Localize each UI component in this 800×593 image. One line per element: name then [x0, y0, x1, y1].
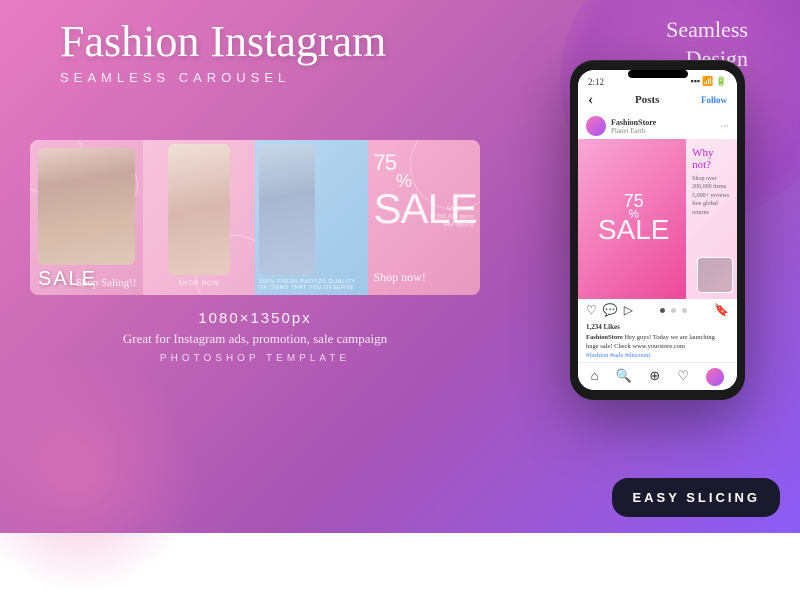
photo-box-1	[38, 148, 135, 265]
profile-name: FashionStore	[611, 118, 656, 127]
shop-now-label: Shop now!	[374, 270, 426, 285]
post-slide-sale: 75 % SALE	[578, 139, 689, 299]
person-image-3	[259, 144, 315, 275]
profile-info: FashionStore Planet Earth	[611, 118, 656, 135]
panel-3-caption: 100% FRESH PHOTOS QUALITY OF ITEMS THAT …	[259, 279, 364, 291]
search-nav-icon[interactable]: 🔍	[616, 368, 632, 386]
action-icons-left: ♡ 💬 ▷	[586, 303, 633, 318]
post-slide-2-content: Why not? Shop over 200,000 items 5,000+ …	[686, 139, 737, 225]
person-image-2	[168, 144, 230, 275]
phone-post-area: 75 % SALE Why not? Shop over 200,000 ite…	[578, 139, 737, 299]
carousel-panel-3: 100% FRESH PHOTOS QUALITY OF ITEMS THAT …	[255, 140, 368, 295]
photo-box-3	[259, 144, 315, 275]
share-icon[interactable]: ▷	[624, 303, 633, 318]
photo-box-2	[168, 144, 230, 275]
carousel-dots	[660, 308, 687, 313]
comment-icon[interactable]: 💬	[603, 303, 618, 318]
description-text: Great for Instagram ads, promotion, sale…	[30, 331, 480, 347]
sale-script-1: Shop Saling!!	[76, 277, 137, 289]
caption-handle: FashionStore	[586, 334, 624, 341]
bookmark-icon[interactable]: 🔖	[714, 303, 729, 318]
carousel-panel-1: SALE Shop Saling!!	[30, 140, 143, 295]
more-icon[interactable]: ···	[720, 121, 729, 131]
easy-slicing-badge: EASY SLICING	[612, 478, 780, 517]
post-sale-percent: 75 % SALE	[598, 194, 670, 244]
posts-title: Posts	[635, 94, 659, 106]
post-sale-word: SALE	[598, 216, 670, 244]
heart-nav-icon[interactable]: ♡	[677, 368, 689, 386]
follow-button[interactable]: Follow	[701, 95, 727, 105]
heart-icon[interactable]: ♡	[586, 303, 597, 318]
carousel-panel-4: 75% SALE Shop now! Shop over200,000 item…	[368, 140, 481, 295]
phone-notch	[628, 70, 688, 78]
phone-frame: 2:12 ▪▪▪ 📶 🔋 ‹ Posts Follow FashionStore…	[570, 60, 745, 400]
phone-profile-row: FashionStore Planet Earth ···	[578, 113, 737, 139]
phone-screen: 2:12 ▪▪▪ 📶 🔋 ‹ Posts Follow FashionStore…	[578, 70, 737, 390]
profile-location: Planet Earth	[611, 127, 656, 135]
phone-nav-bar: ⌂ 🔍 ⊕ ♡	[578, 362, 737, 390]
carousel-panel-2: SHOP NOW	[143, 140, 256, 295]
profile-avatar	[586, 116, 606, 136]
info-section: 1080×1350px Great for Instagram ads, pro…	[30, 310, 480, 364]
hashtags: #fashion #sale #discount	[586, 352, 650, 359]
add-nav-icon[interactable]: ⊕	[649, 368, 660, 386]
template-type-label: PHOTOSHOP TEMPLATE	[30, 353, 480, 364]
likes-row: 1,234 Likes	[578, 322, 737, 332]
dot-1	[660, 308, 665, 313]
shop-details-text: Shop over 200,000 items 5,000+ reviews f…	[692, 175, 731, 217]
back-icon[interactable]: ‹	[588, 91, 593, 109]
percent-symbol: 75	[374, 152, 396, 174]
dimensions-label: 1080×1350px	[30, 310, 480, 327]
phone-action-bar: ♡ 💬 ▷ 🔖	[578, 299, 737, 322]
home-nav-icon[interactable]: ⌂	[591, 368, 599, 386]
phone-app-header: ‹ Posts Follow	[578, 89, 737, 113]
profile-nav-icon[interactable]	[706, 368, 724, 386]
post-thumbnail	[697, 257, 733, 293]
caption-row: FashionStore Hey guys! Today we are laun…	[578, 332, 737, 362]
dot-3	[682, 308, 687, 313]
why-not-text: Why not?	[692, 147, 731, 171]
phone-mockup: 2:12 ▪▪▪ 📶 🔋 ‹ Posts Follow FashionStore…	[570, 60, 745, 400]
post-slide-whynot: Why not? Shop over 200,000 items 5,000+ …	[686, 139, 737, 299]
dot-2	[671, 308, 676, 313]
status-time: 2:12	[588, 77, 604, 87]
status-icons: ▪▪▪ 📶 🔋	[691, 76, 727, 87]
person-image-1	[38, 148, 135, 265]
easy-slicing-label: EASY SLICING	[632, 490, 760, 505]
panel-4-side-text: Shop over200,000 itemsfree returns	[436, 205, 474, 230]
carousel-strip: SALE Shop Saling!! SHOP NOW 100% FRESH P…	[30, 140, 480, 295]
